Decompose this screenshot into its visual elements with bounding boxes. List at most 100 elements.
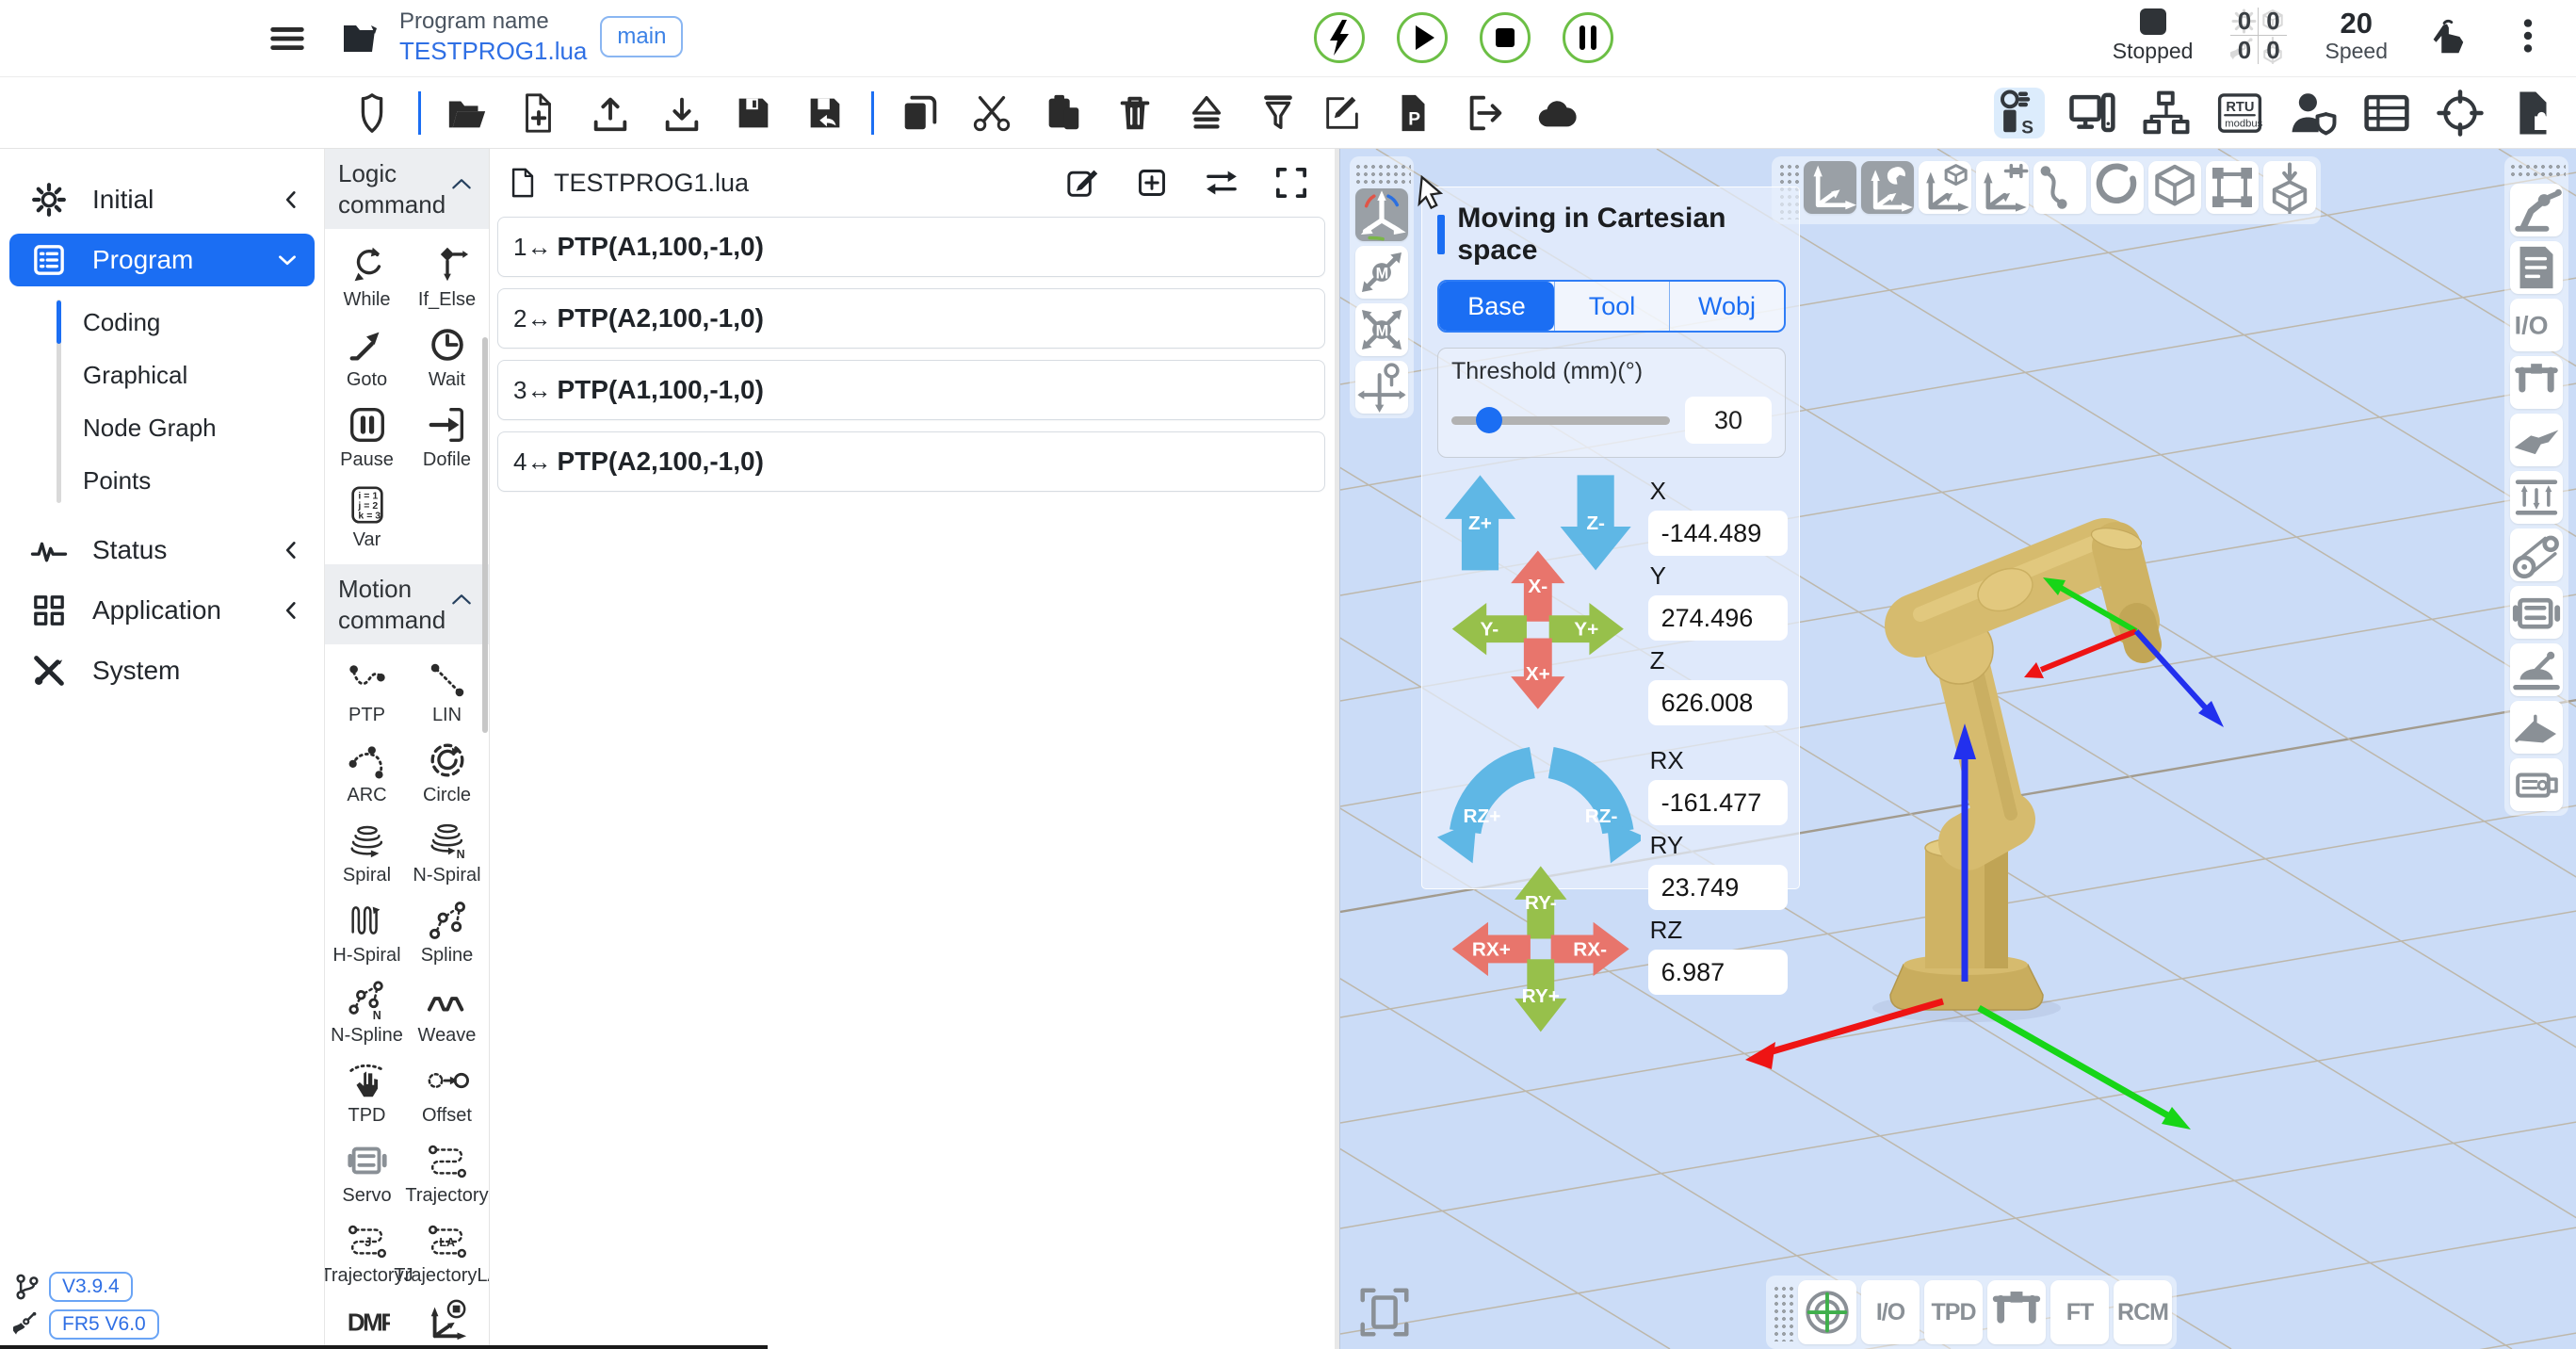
- command-wait[interactable]: Wait: [407, 323, 487, 391]
- drag-handle[interactable]: [2507, 161, 2566, 179]
- file-export-button[interactable]: [1464, 91, 1507, 135]
- tab-tool[interactable]: Tool: [1554, 282, 1669, 331]
- axis-value-rz[interactable]: 6.987: [1648, 950, 1788, 995]
- jog-z-plus[interactable]: Z+: [1445, 475, 1515, 570]
- jog-rz-minus[interactable]: RZ-: [1551, 763, 1641, 864]
- paste-button[interactable]: [1042, 91, 1085, 135]
- save-button[interactable]: [732, 91, 775, 135]
- command-offset[interactable]: Offset: [407, 1059, 487, 1127]
- program-file-name[interactable]: TESTPROG1.lua: [399, 36, 587, 67]
- command-ptp[interactable]: PTP: [327, 658, 407, 726]
- logic-command-header[interactable]: Logic command: [325, 149, 489, 229]
- command-wptrsf[interactable]: WPTrsf: [407, 1299, 487, 1349]
- eject-button[interactable]: [1185, 91, 1228, 135]
- message-counters[interactable]: 0000: [2230, 8, 2287, 64]
- belt-button[interactable]: [2510, 528, 2563, 581]
- cube-button[interactable]: [2148, 161, 2201, 214]
- command-var[interactable]: i = 1j = 2k = 3 Var: [327, 483, 407, 551]
- servo-motor-button[interactable]: [2510, 586, 2563, 639]
- pause-button[interactable]: [1563, 12, 1613, 63]
- program-line-3[interactable]: 3↔ PTP(A1,100,-1,0): [497, 360, 1325, 420]
- axis-value-x[interactable]: -144.489: [1648, 511, 1788, 556]
- command-circle[interactable]: Circle: [407, 739, 487, 806]
- import-box-button[interactable]: [2263, 161, 2316, 214]
- crosshair-button[interactable]: [2435, 88, 2486, 138]
- io-card-button[interactable]: I/O: [2510, 299, 2563, 351]
- kebab-menu-icon[interactable]: [2506, 14, 2550, 57]
- command-arc[interactable]: ARC: [327, 739, 407, 806]
- path-curve-button[interactable]: [2033, 161, 2086, 214]
- program-line-1[interactable]: 1↔ PTP(A1,100,-1,0): [497, 217, 1325, 277]
- gripper-button[interactable]: [1987, 1280, 2046, 1344]
- move-multi-button[interactable]: M: [1355, 303, 1408, 356]
- slider-thumb[interactable]: [1476, 407, 1502, 433]
- frame-tool-button[interactable]: [1861, 161, 1914, 214]
- drag-hand-icon[interactable]: [2425, 14, 2469, 57]
- funnel-button[interactable]: [1256, 91, 1300, 135]
- jog-rx-minus[interactable]: RX-: [1551, 922, 1629, 976]
- axis-value-rx[interactable]: -161.477: [1648, 780, 1788, 825]
- frame-wobj-button[interactable]: [1919, 161, 1971, 214]
- command-trajectoryla[interactable]: LA TrajectoryLA: [407, 1219, 487, 1287]
- command-weave[interactable]: Weave: [407, 979, 487, 1047]
- jog-rx-plus[interactable]: RX+: [1452, 922, 1531, 976]
- axes-colored-button[interactable]: [1355, 188, 1408, 241]
- drag-handle[interactable]: [1771, 1283, 1793, 1341]
- sidebar-subitem-graphical[interactable]: Graphical: [0, 349, 324, 401]
- command-tpd[interactable]: TPD: [327, 1059, 407, 1127]
- command-lin[interactable]: LIN: [407, 658, 487, 726]
- download-button[interactable]: [660, 91, 704, 135]
- jog-x-minus[interactable]: X-: [1511, 551, 1564, 622]
- threshold-value[interactable]: 30: [1685, 397, 1772, 444]
- circle-o-button[interactable]: [2091, 161, 2144, 214]
- locate-pin-button[interactable]: [1355, 361, 1408, 414]
- command-servo[interactable]: Servo: [327, 1139, 407, 1207]
- frame-base-button[interactable]: [1804, 161, 1856, 214]
- jog-y-plus[interactable]: Y+: [1549, 603, 1624, 655]
- monitor-pc-button[interactable]: [2067, 88, 2118, 138]
- gripper-button[interactable]: [2510, 356, 2563, 409]
- trash-button[interactable]: [1113, 91, 1157, 135]
- command-n-spiral[interactable]: N N-Spiral: [407, 819, 487, 886]
- jog-x-plus[interactable]: X+: [1511, 639, 1564, 709]
- sidebar-item-application[interactable]: Application: [0, 580, 324, 641]
- program-line-4[interactable]: 4↔ PTP(A2,100,-1,0): [497, 431, 1325, 492]
- plane-button[interactable]: [2206, 161, 2259, 214]
- command-dofile[interactable]: Dofile: [407, 403, 487, 471]
- threshold-slider[interactable]: [1451, 407, 1670, 433]
- sidebar-item-initial[interactable]: Initial: [0, 170, 324, 230]
- edit-line-button[interactable]: [1063, 164, 1101, 202]
- hamburger-menu-icon[interactable]: [266, 17, 309, 60]
- tab-base[interactable]: Base: [1439, 282, 1554, 331]
- swap-lines-button[interactable]: [1203, 164, 1240, 202]
- bottom-tool-ft[interactable]: FT: [2050, 1280, 2109, 1344]
- network-button[interactable]: [2141, 88, 2192, 138]
- folder-open-button[interactable]: [446, 91, 489, 135]
- cloud-button[interactable]: [1535, 91, 1579, 135]
- axis-value-y[interactable]: 274.496: [1648, 595, 1788, 641]
- command-trajectory[interactable]: Trajectory: [407, 1139, 487, 1207]
- jog-ry-minus[interactable]: RY-: [1515, 866, 1566, 938]
- positioner-button[interactable]: [2510, 643, 2563, 696]
- sidebar-item-program[interactable]: Program: [9, 234, 315, 286]
- upload-button[interactable]: [589, 91, 632, 135]
- command-h-spiral[interactable]: H-Spiral: [327, 899, 407, 967]
- axis-value-ry[interactable]: 23.749: [1648, 865, 1788, 910]
- command-n-spline[interactable]: N N-Spline: [327, 979, 407, 1047]
- sidebar-subitem-points[interactable]: Points: [0, 454, 324, 507]
- fullscreen-button[interactable]: [1272, 164, 1310, 202]
- data-table-button[interactable]: [2361, 88, 2412, 138]
- user-shield-button[interactable]: [2288, 88, 2339, 138]
- drag-handle[interactable]: [1353, 161, 1411, 184]
- command-scrollbar[interactable]: [482, 337, 488, 733]
- joint-s-button[interactable]: S: [1994, 88, 2045, 138]
- save-as-button[interactable]: [803, 91, 847, 135]
- command-while[interactable]: While: [327, 243, 407, 311]
- copy-button[interactable]: [899, 91, 942, 135]
- wedge-button[interactable]: [2510, 701, 2563, 754]
- bottom-tool-io[interactable]: I/O: [1861, 1280, 1920, 1344]
- file-puzzle-button[interactable]: [2508, 88, 2559, 138]
- focus-view-button[interactable]: [1355, 1283, 1414, 1341]
- command-spiral[interactable]: Spiral: [327, 819, 407, 886]
- rtu-modbus-button[interactable]: RTUmodbus: [2214, 88, 2265, 138]
